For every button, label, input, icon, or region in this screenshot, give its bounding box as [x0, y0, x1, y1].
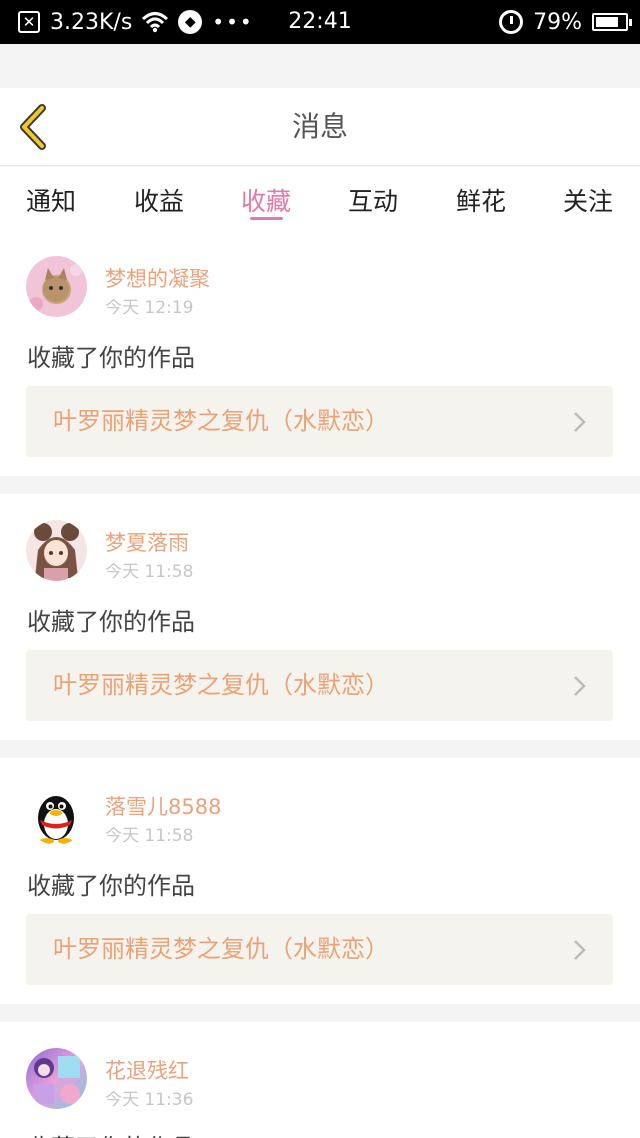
list-item: 花退残红 今天 11:36 收藏了你的作品: [0, 1022, 640, 1138]
qq-penguin-avatar[interactable]: [26, 784, 87, 845]
chevron-right-icon: [574, 940, 586, 960]
page-title: 消息: [291, 110, 348, 143]
tab-bar: 通知 收益 收藏 互动 鲜花 关注: [0, 167, 640, 238]
status-bar: ✕ 3.23K/s ◆ ••• 22:41 79%: [0, 0, 640, 44]
active-tab-indicator: [250, 217, 283, 220]
work-link[interactable]: 叶罗丽精灵梦之复仇（水默恋）: [26, 914, 613, 985]
avatar[interactable]: [26, 1048, 87, 1109]
chevron-right-icon: [574, 676, 586, 696]
work-title: 叶罗丽精灵梦之复仇（水默恋）: [53, 671, 389, 699]
user-name[interactable]: 梦想的凝聚: [105, 263, 210, 293]
action-text: 收藏了你的作品: [27, 872, 195, 900]
tab-follows[interactable]: 关注: [548, 177, 628, 227]
chevron-right-icon: [574, 412, 586, 432]
work-link[interactable]: 叶罗丽精灵梦之复仇（水默恋）: [26, 386, 613, 457]
timestamp: 今天 12:19: [105, 298, 194, 318]
work-link[interactable]: 叶罗丽精灵梦之复仇（水默恋）: [26, 650, 613, 721]
action-text: 收藏了你的作品: [27, 1128, 195, 1138]
action-text: 收藏了你的作品: [27, 344, 195, 372]
avatar[interactable]: [26, 256, 87, 317]
user-name[interactable]: 梦夏落雨: [105, 527, 189, 557]
nav-header: 消息: [0, 88, 640, 166]
alarm-icon: [499, 10, 524, 34]
tab-notifications[interactable]: 通知: [11, 177, 91, 227]
list-item: 落雪儿8588 今天 11:58 收藏了你的作品 叶罗丽精灵梦之复仇（水默恋）: [0, 758, 640, 1004]
timestamp: 今天 11:58: [105, 562, 194, 582]
avatar[interactable]: [26, 520, 87, 581]
tab-earnings[interactable]: 收益: [119, 177, 199, 227]
tab-flowers[interactable]: 鲜花: [441, 177, 521, 227]
user-name[interactable]: 落雪儿8588: [105, 791, 221, 821]
work-title: 叶罗丽精灵梦之复仇（水默恋）: [53, 407, 389, 435]
list-item: 梦想的凝聚 今天 12:19 收藏了你的作品 叶罗丽精灵梦之复仇（水默恋）: [0, 238, 640, 476]
battery-icon: [592, 13, 632, 31]
action-text: 收藏了你的作品: [27, 608, 195, 636]
tab-interactions[interactable]: 互动: [333, 177, 413, 227]
user-name[interactable]: 花退残红: [105, 1055, 189, 1085]
list-item: 梦夏落雨 今天 11:58 收藏了你的作品 叶罗丽精灵梦之复仇（水默恋）: [0, 494, 640, 740]
work-title: 叶罗丽精灵梦之复仇（水默恋）: [53, 935, 389, 963]
timestamp: 今天 11:36: [105, 1090, 194, 1110]
battery-percent: 79%: [533, 9, 582, 35]
timestamp: 今天 11:58: [105, 826, 194, 846]
